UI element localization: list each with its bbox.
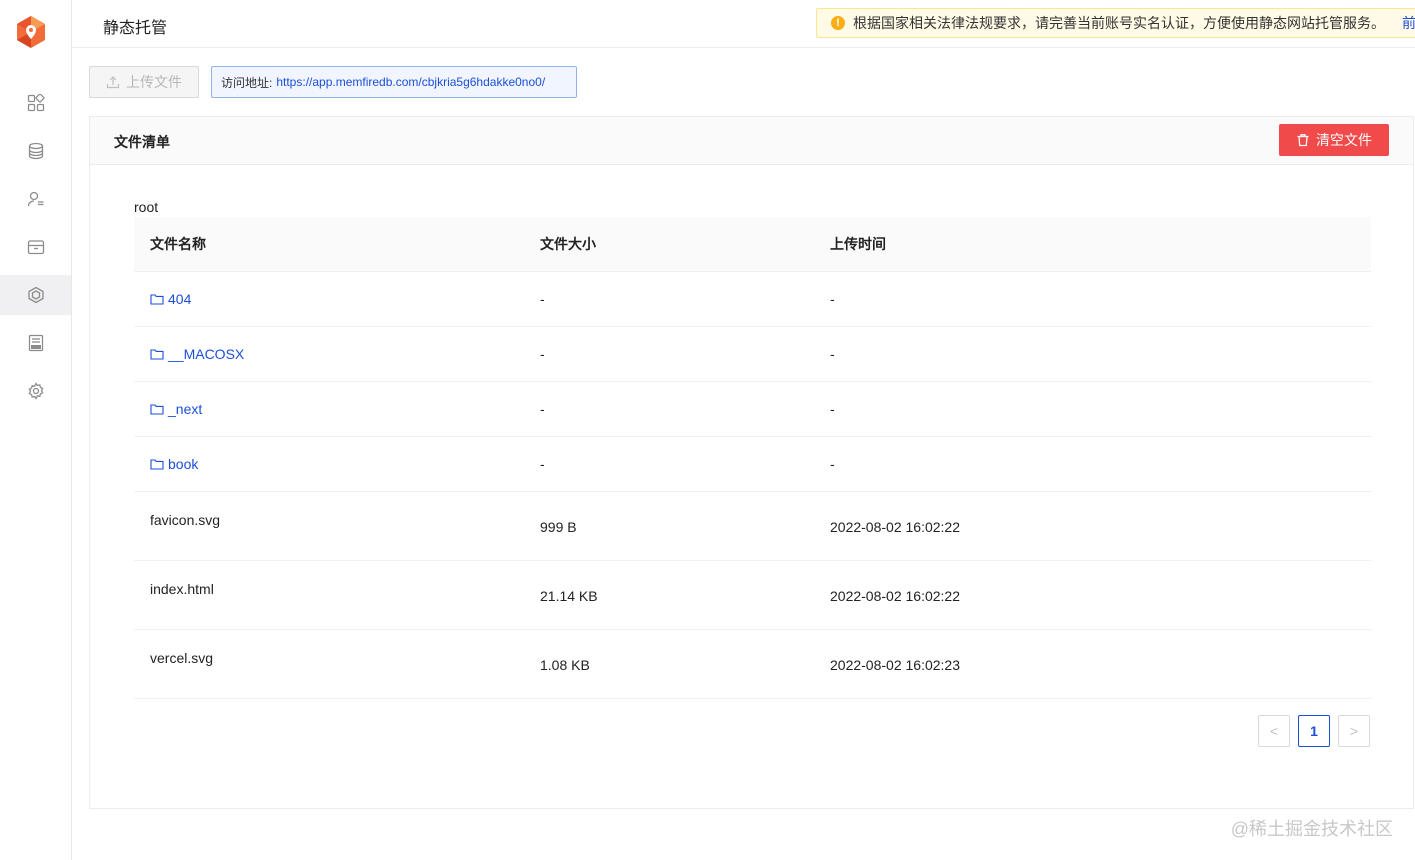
table-row: _next - - [134,382,1371,437]
database-icon [28,142,43,160]
nav-settings[interactable] [0,371,71,411]
folder-link[interactable]: __MACOSX [150,346,244,362]
upload-time: 2022-08-02 16:02:22 [830,519,960,535]
folder-icon [150,458,164,470]
warning-icon: ! [831,16,845,30]
table-header: 文件名称 文件大小 上传时间 [134,217,1371,272]
page-1-button[interactable]: 1 [1298,715,1330,747]
folder-link[interactable]: 404 [150,291,191,307]
upload-label: 上传文件 [126,74,182,90]
next-page-button[interactable]: > [1338,715,1370,747]
nav-database[interactable] [0,131,71,171]
table-row: 404 - - [134,272,1371,327]
cube-icon [27,286,44,304]
url-prefix: 访问地址: [221,75,273,90]
upload-time: - [830,291,835,307]
api-doc-icon [28,334,43,352]
sidebar [0,0,72,860]
file-size: - [540,401,545,417]
clear-files-label: 清空文件 [1316,132,1372,148]
file-size: 1.08 KB [540,657,590,673]
trash-icon [1297,134,1309,147]
access-url-link[interactable]: https://app.memfiredb.com/cbjkria5g6hdak… [276,75,545,89]
nav-dashboard[interactable] [0,83,71,123]
box-icon [27,240,44,255]
file-name: vercel.svg [150,650,214,666]
pagination: < 1 > [1258,715,1370,747]
folder-name: book [168,455,199,472]
table-row: __MACOSX - - [134,327,1371,382]
file-size: - [540,346,545,362]
file-size: - [540,291,545,307]
file-list-card: 文件清单 清空文件 root 文件名称 文件大小 上传时间 404 - - __… [89,116,1414,809]
nav-api[interactable] [0,323,71,363]
folder-link[interactable]: _next [150,401,202,417]
folder-link[interactable]: book [150,456,198,472]
clear-files-button[interactable]: 清空文件 [1279,124,1389,156]
file-size: - [540,456,545,472]
column-header-name: 文件名称 [150,236,206,252]
table-row: book - - [134,437,1371,492]
file-name: index.html [150,581,214,597]
folder-icon [150,348,164,360]
user-list-icon [27,191,43,207]
column-header-time: 上传时间 [830,236,886,252]
file-list-title: 文件清单 [114,134,170,150]
table-row: favicon.svg 999 B 2022-08-02 16:02:22 [134,492,1371,561]
upload-time: - [830,456,835,472]
table-row: index.html 21.14 KB 2022-08-02 16:02:22 [134,561,1371,630]
access-url-box: 访问地址: https://app.memfiredb.com/cbjkria5… [211,66,577,98]
nav-storage[interactable] [0,227,71,267]
notice-text: 根据国家相关法律法规要求，请完善当前账号实名认证，方便使用静态网站托管服务。 [853,15,1385,31]
upload-time: 2022-08-02 16:02:23 [830,657,960,673]
nav-users[interactable] [0,179,71,219]
brand-logo[interactable] [16,16,46,48]
verification-notice: ! 根据国家相关法律法规要求，请完善当前账号实名认证，方便使用静态网站托管服务。… [816,8,1415,38]
verify-link[interactable]: 前往认证 [1402,13,1415,33]
breadcrumb[interactable]: root [134,199,158,215]
file-table: 文件名称 文件大小 上传时间 404 - - __MACOSX - - _nex… [134,217,1371,699]
card-header: 文件清单 清空文件 [90,117,1413,165]
upload-time: - [830,346,835,362]
prev-page-button[interactable]: < [1258,715,1290,747]
upload-time: - [830,401,835,417]
folder-name: __MACOSX [168,345,245,362]
folder-icon [150,293,164,305]
folder-icon [150,403,164,415]
upload-icon [106,76,120,89]
grid-icon [27,94,44,112]
upload-file-button[interactable]: 上传文件 [89,66,199,98]
nav-hosting[interactable] [0,275,71,315]
column-header-size: 文件大小 [540,236,596,252]
file-size: 999 B [540,519,577,535]
folder-name: _next [168,400,203,417]
file-name: favicon.svg [150,512,221,528]
watermark: @稀土掘金技术社区 [1230,819,1393,839]
gear-icon [28,382,43,400]
file-size: 21.14 KB [540,588,598,604]
table-row: vercel.svg 1.08 KB 2022-08-02 16:02:23 [134,630,1371,699]
page-title: 静态托管 [103,20,168,37]
top-header: 静态托管 ! 根据国家相关法律法规要求，请完善当前账号实名认证，方便使用静态网站… [72,0,1415,48]
folder-name: 404 [168,290,192,307]
upload-time: 2022-08-02 16:02:22 [830,588,960,604]
